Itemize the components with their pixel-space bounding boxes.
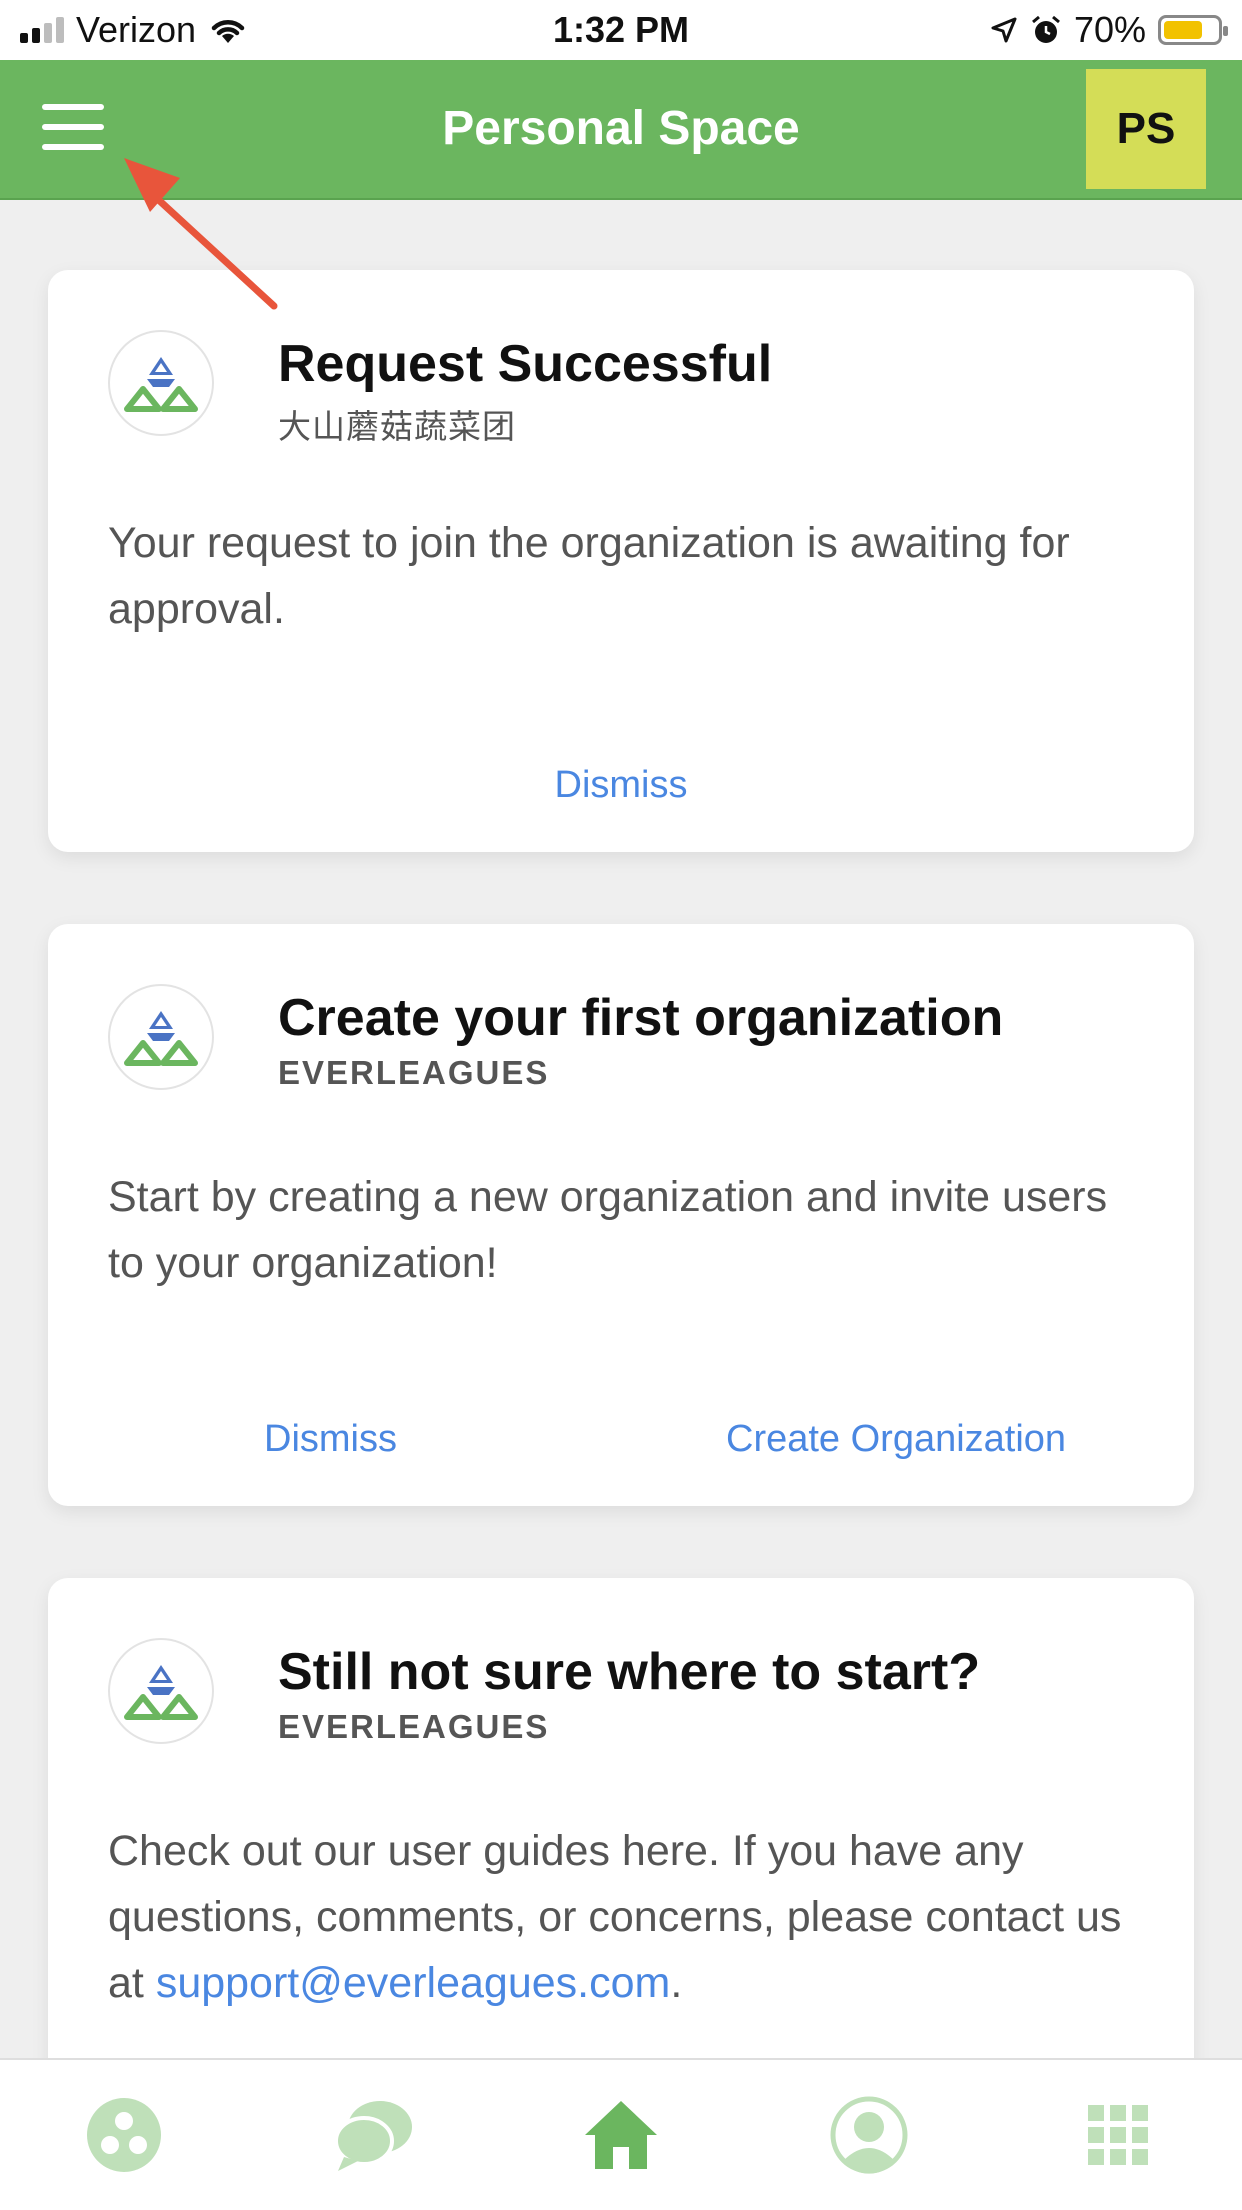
tab-home[interactable]	[561, 2075, 681, 2195]
battery-percent: 70%	[1073, 9, 1146, 50]
status-bar: Verizon 1:32 PM 70%	[0, 0, 1242, 60]
create-organization-button[interactable]: Create Organization	[726, 1418, 1066, 1461]
card-body-text-end: .	[670, 1959, 683, 2007]
location-arrow-icon	[991, 17, 1017, 43]
support-email-link[interactable]: support@everleagues.com	[156, 1959, 671, 2007]
org-logo-icon	[108, 984, 214, 1090]
card-title: Request Successful	[278, 335, 773, 393]
chat-icon	[333, 2101, 412, 2171]
card-body: Check out our user guides here. If you h…	[108, 1818, 1138, 2016]
contacts-icon	[830, 2096, 908, 2174]
card-subtitle: EVERLEAGUES	[278, 1708, 550, 1745]
card-body: Your request to join the organization is…	[108, 519, 1070, 633]
card-subtitle: 大山蘑菇蔬菜团	[278, 408, 516, 445]
card-title: Still not sure where to start?	[278, 1643, 981, 1701]
getting-started-card: Still not sure where to start? EVERLEAGU…	[48, 1578, 1194, 2138]
header-title: Personal Space	[442, 102, 800, 155]
request-successful-card: Request Successful 大山蘑菇蔬菜团 Your request …	[48, 270, 1194, 852]
avatar[interactable]: PS	[1086, 69, 1206, 189]
app-header: Personal Space PS	[0, 60, 1242, 200]
card-body: Start by creating a new organization and…	[108, 1173, 1108, 1287]
org-logo-icon	[108, 330, 214, 436]
alarm-icon	[1031, 15, 1060, 43]
dismiss-button[interactable]: Dismiss	[48, 764, 1194, 807]
create-organization-card: Create your first organization EVERLEAGU…	[48, 924, 1194, 1506]
card-title: Create your first organization	[278, 989, 1004, 1047]
home-icon	[584, 2101, 657, 2169]
bottom-tab-bar	[0, 2058, 1242, 2210]
tab-apps[interactable]	[1058, 2075, 1178, 2195]
org-logo-icon	[108, 1638, 214, 1744]
tab-groups[interactable]	[64, 2075, 184, 2195]
apps-grid-icon	[1087, 2105, 1148, 2165]
status-right: 70%	[990, 0, 1228, 60]
battery-icon	[1158, 15, 1228, 45]
tab-contacts[interactable]	[809, 2075, 929, 2195]
dismiss-button[interactable]: Dismiss	[264, 1418, 397, 1461]
groups-icon	[87, 2098, 162, 2172]
tab-chat[interactable]	[313, 2075, 433, 2195]
card-subtitle: EVERLEAGUES	[278, 1054, 550, 1091]
